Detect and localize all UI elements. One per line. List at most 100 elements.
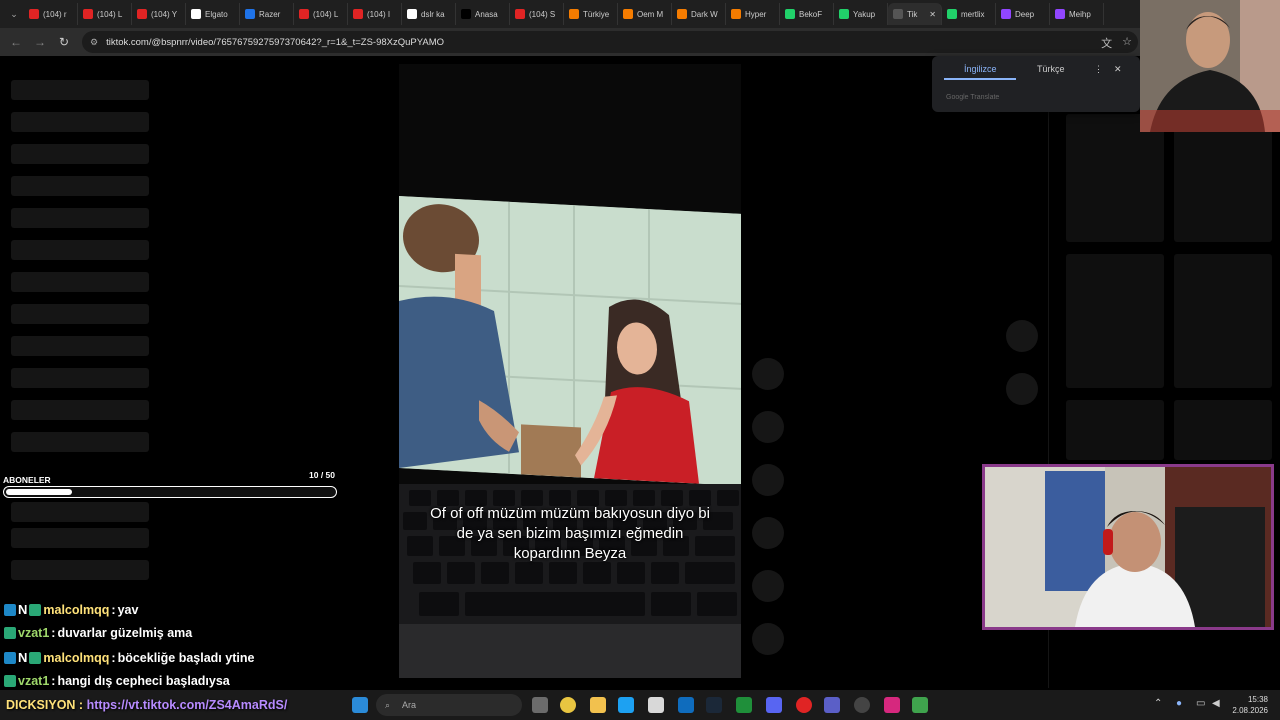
- xbox-icon[interactable]: [736, 697, 752, 713]
- video-player[interactable]: Of of off müzüm müzüm bakıyosun diyo bi …: [399, 64, 741, 678]
- chat-text: yav: [117, 602, 139, 617]
- browser-tab[interactable]: (104) S: [510, 3, 564, 25]
- app-icon[interactable]: [854, 697, 870, 713]
- sidebar-placeholder: [11, 176, 149, 196]
- sidebar-placeholder: [11, 502, 149, 522]
- browser-tab[interactable]: (104) Y: [132, 3, 186, 25]
- browser-tab[interactable]: mertlix: [942, 3, 996, 25]
- chat-separator: :: [51, 674, 56, 688]
- tab-favicon-icon: [839, 9, 849, 19]
- active-tab-indicator: [944, 78, 1016, 80]
- chevron-up-icon[interactable]: ⌃: [1154, 698, 1162, 709]
- tab-favicon-icon: [191, 9, 201, 19]
- tab-label: dslr ka: [421, 9, 445, 19]
- nav-up-button-placeholder[interactable]: [1006, 320, 1038, 352]
- more-options-icon[interactable]: ⋮: [1094, 64, 1103, 75]
- tab-strip: ⌄ (104) r (104) L (104) Y Elgato Razer (104) …: [0, 0, 1140, 28]
- like-button-placeholder[interactable]: [752, 358, 784, 390]
- tab-favicon-icon: [83, 9, 93, 19]
- address-bar[interactable]: ⚙ tiktok.com/@bspnrr/video/7657675927597…: [82, 31, 1138, 53]
- tab-favicon-icon: [461, 9, 471, 19]
- chat-message: vzat1 : duvarlar güzelmiş ama: [4, 626, 192, 640]
- youtube-music-icon[interactable]: [796, 697, 812, 713]
- chat-separator: :: [111, 602, 116, 617]
- discord-icon[interactable]: [766, 697, 782, 713]
- bookmark-star-icon[interactable]: ☆: [1122, 35, 1132, 51]
- sidebar-placeholder: [11, 208, 149, 228]
- browser-tab[interactable]: Deep: [996, 3, 1050, 25]
- windows-start-icon[interactable]: [352, 697, 368, 713]
- tab-label: Meihp: [1069, 9, 1091, 19]
- bookmark-button-placeholder[interactable]: [752, 464, 784, 496]
- task-view-icon[interactable]: [532, 697, 548, 713]
- browser-tab[interactable]: Razer: [240, 3, 294, 25]
- browser-tab[interactable]: Hyper: [726, 3, 780, 25]
- sidebar-placeholder: [11, 80, 149, 100]
- tab-favicon-icon: [677, 9, 687, 19]
- back-icon[interactable]: ←: [4, 35, 28, 49]
- mail-icon[interactable]: [678, 697, 694, 713]
- browser-tab[interactable]: Türkiye: [564, 3, 618, 25]
- tab-favicon-icon: [731, 9, 741, 19]
- tab-label: Hyper: [745, 9, 767, 19]
- browser-tab[interactable]: (104) L: [78, 3, 132, 25]
- chrome-icon[interactable]: [560, 697, 576, 713]
- forward-icon[interactable]: →: [28, 35, 52, 49]
- grid-placeholder: [1174, 114, 1272, 242]
- mic-icon[interactable]: ●: [1176, 698, 1182, 709]
- display-icon[interactable]: ▭: [1196, 698, 1205, 709]
- guest-webcam: [982, 464, 1274, 630]
- tab-label: Dark W: [691, 9, 718, 19]
- nav-down-button-placeholder[interactable]: [1006, 373, 1038, 405]
- chat-username: vzat1: [18, 626, 50, 640]
- browser-tab[interactable]: (104) I: [348, 3, 402, 25]
- sidebar-placeholder: [11, 432, 149, 452]
- browser-tab[interactable]: (104) L: [294, 3, 348, 25]
- browser-tab[interactable]: Tik ✕: [888, 3, 942, 25]
- steam-icon[interactable]: [706, 697, 722, 713]
- sidebar-placeholder: [11, 304, 149, 324]
- app-icon[interactable]: [618, 697, 634, 713]
- translate-icon[interactable]: 文: [1101, 35, 1112, 51]
- browser-tab[interactable]: Elgato: [186, 3, 240, 25]
- sidebar-placeholder: [11, 528, 149, 548]
- browser-tab[interactable]: Yakup: [834, 3, 888, 25]
- share-button-placeholder[interactable]: [752, 517, 784, 549]
- badge-letter: N: [18, 650, 28, 665]
- tab-label: Elgato: [205, 9, 228, 19]
- translate-tab-target[interactable]: Türkçe: [1037, 64, 1065, 74]
- tab-label: Yakup: [853, 9, 876, 19]
- music-button-placeholder[interactable]: [752, 623, 784, 655]
- teams-icon[interactable]: [824, 697, 840, 713]
- reload-icon[interactable]: ↻: [52, 35, 76, 49]
- minecraft-icon[interactable]: [912, 697, 928, 713]
- translate-tab-source[interactable]: İngilizce: [964, 64, 997, 74]
- browser-tab[interactable]: Anasa: [456, 3, 510, 25]
- system-clock[interactable]: 15:38 2.08.2026: [1232, 694, 1268, 716]
- subscriber-badge-icon: [4, 651, 16, 664]
- file-explorer-icon[interactable]: [590, 697, 606, 713]
- close-tab-icon[interactable]: ✕: [929, 10, 936, 19]
- site-info-icon[interactable]: ⚙: [90, 37, 98, 48]
- sidebar-placeholder: [11, 336, 149, 356]
- grid-placeholder: [1066, 254, 1164, 388]
- store-icon[interactable]: [648, 697, 664, 713]
- browser-tab[interactable]: (104) r: [24, 3, 78, 25]
- instagram-icon[interactable]: [884, 697, 900, 713]
- tab-search-icon[interactable]: ⌄: [4, 9, 24, 20]
- tab-label: Oem M: [637, 9, 664, 19]
- browser-tab[interactable]: dslr ka: [402, 3, 456, 25]
- subscriber-goal-label: ABONELER: [3, 475, 51, 485]
- ticker-label: DICKSIYON :: [6, 698, 84, 712]
- browser-tab[interactable]: Oem M: [618, 3, 672, 25]
- browser-tab[interactable]: Dark W: [672, 3, 726, 25]
- tab-label: (104) L: [97, 9, 123, 19]
- taskbar-search-box[interactable]: ⌕ Ara: [376, 694, 522, 716]
- comment-button-placeholder[interactable]: [752, 411, 784, 443]
- action-button-placeholder[interactable]: [752, 570, 784, 602]
- browser-tab[interactable]: Meihp: [1050, 3, 1104, 25]
- close-icon[interactable]: ✕: [1114, 64, 1122, 75]
- browser-tab[interactable]: BekoF: [780, 3, 834, 25]
- subscriber-goal: ABONELER 10 / 50: [3, 470, 337, 498]
- volume-icon[interactable]: ◀: [1212, 698, 1220, 709]
